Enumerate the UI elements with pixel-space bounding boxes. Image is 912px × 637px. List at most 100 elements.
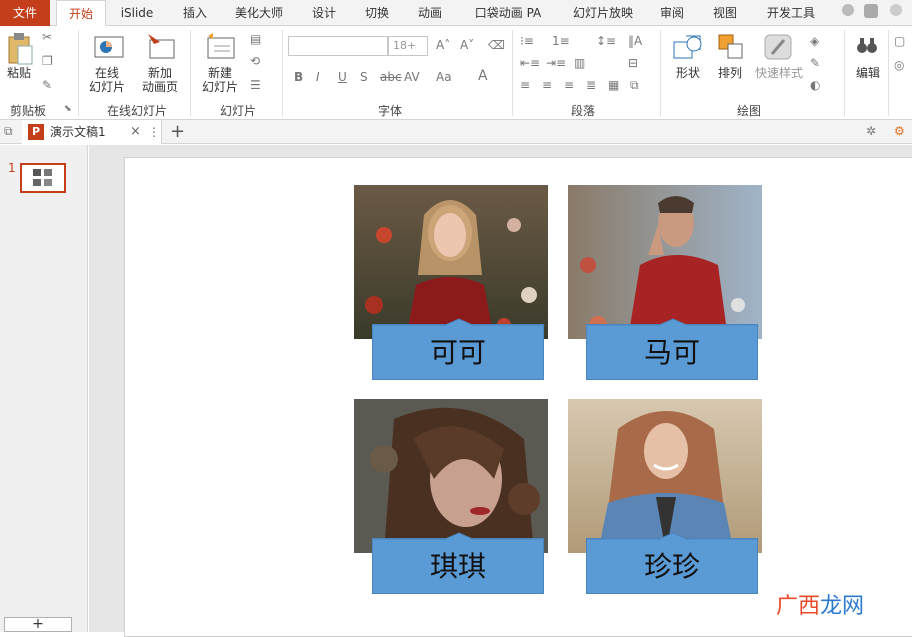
justify-icon[interactable]: ≣ xyxy=(586,78,596,92)
paste-button[interactable]: 粘贴 xyxy=(4,66,34,80)
italic-icon[interactable]: I xyxy=(316,70,320,84)
shapes-icon[interactable] xyxy=(672,32,704,62)
tab-insert[interactable]: 插入 xyxy=(170,0,220,26)
slides-group-label: 幻灯片 xyxy=(219,104,256,118)
tab-animations[interactable]: 动画 xyxy=(406,0,454,26)
close-icon[interactable]: × xyxy=(130,120,141,144)
font-color-icon[interactable]: A xyxy=(478,68,488,84)
columns-icon[interactable]: ▥ xyxy=(574,56,585,70)
binoculars-icon[interactable] xyxy=(856,34,878,56)
grow-font-icon[interactable]: A˄ xyxy=(436,38,450,52)
increase-indent-icon[interactable]: ⇥≡ xyxy=(546,56,566,70)
font-size-select[interactable]: 18+ xyxy=(388,36,428,56)
watermark-logo: 广西龙网 xyxy=(776,594,865,619)
window-icon[interactable]: ⧉ xyxy=(4,124,13,139)
drawing-group-label: 绘图 xyxy=(736,104,761,118)
tab-pocket-animation[interactable]: 口袋动画 PA xyxy=(468,0,548,26)
separator xyxy=(660,30,661,116)
distribute-icon[interactable]: ▦ xyxy=(608,78,619,92)
shadow-icon[interactable]: S xyxy=(360,70,368,84)
more-options-icon[interactable]: ⋮ xyxy=(148,120,160,144)
extra-icon-2[interactable]: ◎ xyxy=(894,58,904,72)
clear-format-icon[interactable]: ⌫ xyxy=(488,38,505,52)
bold-icon[interactable]: B xyxy=(294,70,303,84)
align-text-icon[interactable]: ⊟ xyxy=(628,56,638,70)
name-label: 琪琪 xyxy=(429,550,486,583)
change-case-icon[interactable]: Aa xyxy=(436,70,452,84)
new-tab-button[interactable]: + xyxy=(170,120,185,144)
section-icon[interactable]: ☰ xyxy=(250,78,261,92)
edit-button[interactable]: 编辑 xyxy=(850,66,886,80)
new-slide-button[interactable]: 新建 幻灯片 xyxy=(194,66,246,94)
decrease-indent-icon[interactable]: ⇤≡ xyxy=(520,56,540,70)
align-left-icon[interactable]: ≡ xyxy=(520,78,530,92)
font-group-label: 字体 xyxy=(377,104,402,118)
paste-icon[interactable] xyxy=(6,32,34,66)
cut-icon[interactable]: ✂ xyxy=(42,30,52,44)
ribbon: 粘贴 ✂ ❐ ✎ 剪贴板 ⬊ 在线 幻灯片 新加 动画页 在线幻灯片 新建 幻灯片 ▤… xyxy=(0,26,912,120)
tab-review[interactable]: 审阅 xyxy=(652,0,692,26)
dialog-launcher-icon[interactable]: ⬊ xyxy=(64,104,72,114)
separator xyxy=(282,30,283,116)
name-label-card[interactable]: 马可 xyxy=(586,318,759,380)
tab-transitions[interactable]: 切换 xyxy=(354,0,400,26)
reset-icon[interactable]: ⟲ xyxy=(250,54,260,68)
tab-file[interactable]: 文件 xyxy=(0,0,50,26)
shape-fill-icon[interactable]: ◈ xyxy=(810,34,819,48)
photo-woman-denim[interactable] xyxy=(568,399,762,553)
online-slide-icon[interactable] xyxy=(94,34,124,60)
separator xyxy=(888,30,889,116)
tab-beautify[interactable]: 美化大师 xyxy=(226,0,292,26)
name-label-card[interactable]: 琪琪 xyxy=(372,532,545,594)
tab-islide[interactable]: iSlide xyxy=(112,0,162,26)
format-painter-icon[interactable]: ✎ xyxy=(42,78,52,92)
new-slide-icon[interactable] xyxy=(204,32,236,60)
text-direction-icon[interactable]: ‖A xyxy=(628,34,642,48)
arrange-icon[interactable] xyxy=(716,32,746,62)
separator xyxy=(844,30,845,116)
tab-home[interactable]: 开始 xyxy=(56,0,106,27)
shape-effects-icon[interactable]: ◐ xyxy=(810,78,820,92)
quick-styles-button[interactable]: 快速样式 xyxy=(752,66,806,80)
shapes-button[interactable]: 形状 xyxy=(670,66,706,80)
char-spacing-icon[interactable]: AV xyxy=(404,70,420,84)
arrange-button[interactable]: 排列 xyxy=(712,66,748,80)
add-animation-page-icon[interactable] xyxy=(146,32,176,60)
online-slide-button[interactable]: 在线 幻灯片 xyxy=(84,66,130,94)
quick-styles-icon[interactable] xyxy=(762,32,794,62)
slide[interactable]: 可可 马可 琪琪 珍珍 xyxy=(124,157,912,637)
settings-star-icon[interactable]: ✲ xyxy=(866,124,876,138)
photo-man-red-shirt[interactable] xyxy=(568,185,762,339)
tab-design[interactable]: 设计 xyxy=(300,0,348,26)
font-family-select[interactable] xyxy=(288,36,388,56)
bullets-icon[interactable]: ⁝≡ xyxy=(520,34,534,48)
add-animation-page-button[interactable]: 新加 动画页 xyxy=(134,66,186,94)
underline-icon[interactable]: U xyxy=(338,70,347,84)
smartart-icon[interactable]: ⧉ xyxy=(630,78,639,93)
copy-icon[interactable]: ❐ xyxy=(42,54,53,68)
name-label-card[interactable]: 珍珍 xyxy=(586,532,759,594)
slide-thumbnail[interactable] xyxy=(20,163,66,193)
photo-woman-flowers[interactable] xyxy=(354,185,548,339)
document-tab[interactable]: P 演示文稿1 × ⋮ xyxy=(22,120,162,144)
tab-slideshow[interactable]: 幻灯片放映 xyxy=(562,0,644,26)
online-slides-group-label: 在线幻灯片 xyxy=(106,104,167,118)
name-label-card[interactable]: 可可 xyxy=(372,318,545,380)
tab-view[interactable]: 视图 xyxy=(704,0,746,26)
gear-icon[interactable]: ⚙ xyxy=(894,124,905,138)
layout-icon[interactable]: ▤ xyxy=(250,32,261,46)
shrink-font-icon[interactable]: A˅ xyxy=(460,38,474,52)
photo-woman-portrait[interactable] xyxy=(354,399,548,553)
align-center-icon[interactable]: ≡ xyxy=(542,78,552,92)
extra-icon[interactable]: ▢ xyxy=(894,34,905,48)
powerpoint-icon: P xyxy=(28,124,44,140)
strikethrough-icon[interactable]: abc xyxy=(380,70,402,84)
slide-thumbnail-pane: 1 + xyxy=(0,145,88,632)
numbering-icon[interactable]: 1≡ xyxy=(552,34,570,48)
name-label: 马可 xyxy=(643,336,700,369)
align-right-icon[interactable]: ≡ xyxy=(564,78,574,92)
tab-developer[interactable]: 开发工具 xyxy=(756,0,826,26)
shape-outline-icon[interactable]: ✎ xyxy=(810,56,820,70)
add-slide-button[interactable]: + xyxy=(4,617,72,632)
line-spacing-icon[interactable]: ↕≡ xyxy=(596,34,616,48)
